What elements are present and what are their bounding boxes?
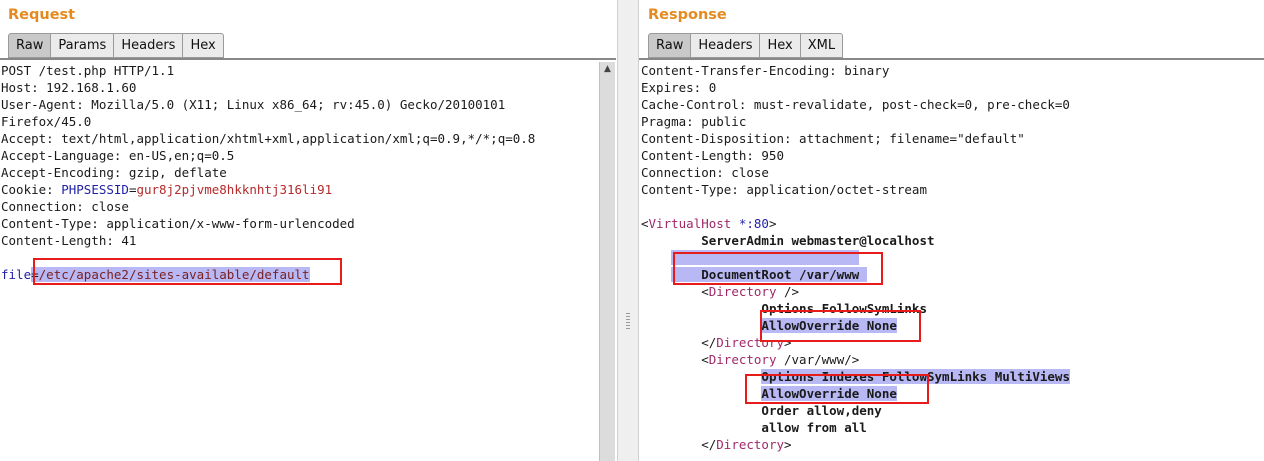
response-header: Pragma: public <box>641 114 747 129</box>
request-header-accept: Accept: text/html,application/xhtml+xml,… <box>1 131 536 146</box>
annotation-box-allowoverride-1 <box>760 310 921 342</box>
request-header-user-agent: User-Agent: Mozilla/5.0 (X11; Linux x86_… <box>1 97 506 112</box>
cookie-label: Cookie: <box>1 182 62 197</box>
splitter-grip-icon[interactable] <box>626 313 630 329</box>
server-admin-line: ServerAdmin webmaster@localhost <box>641 232 1261 249</box>
dir2-allow: allow from all <box>761 420 867 435</box>
response-title: Response <box>648 7 727 23</box>
annotation-box-allowoverride-2 <box>745 374 929 404</box>
response-header: Connection: close <box>641 165 769 180</box>
directory-root-open: <Directory /> <box>641 283 1261 300</box>
dir1-override-line: AllowOverride None <box>641 317 1261 334</box>
request-tab-headers[interactable]: Headers <box>114 33 184 58</box>
response-header: Content-Length: 950 <box>641 148 784 163</box>
tag-name: Directory <box>708 352 777 367</box>
directory-root-close: </Directory> <box>641 334 1261 351</box>
request-editor[interactable]: POST /test.php HTTP/1.1 Host: 192.168.1.… <box>1 62 598 283</box>
dir2-override-line: AllowOverride None <box>641 385 1261 402</box>
tag-name: Directory <box>708 284 777 299</box>
response-header: Content-Disposition: attachment; filenam… <box>641 131 1025 146</box>
vhost-open-tag: <VirtualHost *:80> <box>641 215 1261 232</box>
request-tab-raw[interactable]: Raw <box>8 33 52 58</box>
tag-bracket: > <box>768 216 777 231</box>
request-header-content-type: Content-Type: application/x-www-form-url… <box>1 216 355 231</box>
tag-bracket: </ <box>701 335 717 350</box>
panel-splitter[interactable] <box>617 0 639 461</box>
response-header: Expires: 0 <box>641 80 717 95</box>
scroll-up-arrow-icon[interactable]: ▲ <box>600 62 615 77</box>
tag-name: Directory <box>716 437 785 452</box>
request-header-connection: Connection: close <box>1 199 129 214</box>
response-header: Content-Transfer-Encoding: binary <box>641 63 890 78</box>
tag-arg: /> <box>776 284 800 299</box>
response-tab-xml[interactable]: XML <box>800 33 844 58</box>
request-line: POST /test.php HTTP/1.1 <box>1 63 175 78</box>
tag-bracket: </ <box>701 437 717 452</box>
tag-bracket: > <box>784 437 792 452</box>
request-tab-hex[interactable]: Hex <box>183 33 224 58</box>
dir2-allow-line: allow from all <box>641 419 1261 436</box>
request-header-cookie: Cookie: PHPSESSID=gur8j2pjvme8hkknhtj316… <box>1 181 598 198</box>
request-tab-params[interactable]: Params <box>51 33 115 58</box>
body-param-name: file <box>1 267 32 282</box>
dir1-options-line: Options FollowSymLinks <box>641 300 1261 317</box>
cookie-name: PHPSESSID <box>61 182 129 197</box>
request-header-user-agent-cont: Firefox/45.0 <box>1 114 92 129</box>
response-tab-raw[interactable]: Raw <box>648 33 692 58</box>
directory-www-open: <Directory /var/www/> <box>641 351 1261 368</box>
request-tab-divider <box>0 58 616 60</box>
tag-name: VirtualHost <box>648 216 732 231</box>
dir2-order-line: Order allow,deny <box>641 402 1261 419</box>
server-admin: ServerAdmin webmaster@localhost <box>701 233 935 248</box>
response-header: Content-Type: application/octet-stream <box>641 182 927 197</box>
cookie-value: gur8j2pjvme8hkknhtj316li91 <box>136 182 333 197</box>
response-tab-divider <box>639 58 1264 60</box>
request-header-accept-language: Accept-Language: en-US,en;q=0.5 <box>1 148 235 163</box>
request-header-content-length: Content-Length: 41 <box>1 233 137 248</box>
annotation-box-document-root <box>673 252 883 285</box>
request-panel: Request Raw Params Headers Hex POST /tes… <box>0 0 616 461</box>
response-panel: Response Raw Headers Hex XML Content-Tra… <box>639 0 1264 461</box>
dir2-order: Order allow,deny <box>761 403 882 418</box>
request-header-host: Host: 192.168.1.60 <box>1 80 137 95</box>
request-title: Request <box>8 7 76 23</box>
request-tabbar: Raw Params Headers Hex <box>8 33 224 58</box>
tag-bracket: < <box>701 352 709 367</box>
tag-arg: *:80 <box>731 216 769 231</box>
response-tabbar: Raw Headers Hex XML <box>648 33 844 58</box>
directory-www-close: </Directory> <box>641 436 1261 453</box>
response-tab-hex[interactable]: Hex <box>760 33 801 58</box>
request-header-accept-encoding: Accept-Encoding: gzip, deflate <box>1 165 227 180</box>
tag-bracket: < <box>701 284 709 299</box>
response-tab-headers[interactable]: Headers <box>691 33 761 58</box>
request-scrollbar[interactable]: ▲ <box>599 62 615 461</box>
tag-arg: /var/www/> <box>776 352 860 367</box>
dir2-options-line: Options Indexes FollowSymLinks MultiView… <box>641 368 1261 385</box>
tag-bracket: < <box>641 216 649 231</box>
annotation-box-file-param <box>33 258 342 285</box>
response-header: Cache-Control: must-revalidate, post-che… <box>641 97 1070 112</box>
